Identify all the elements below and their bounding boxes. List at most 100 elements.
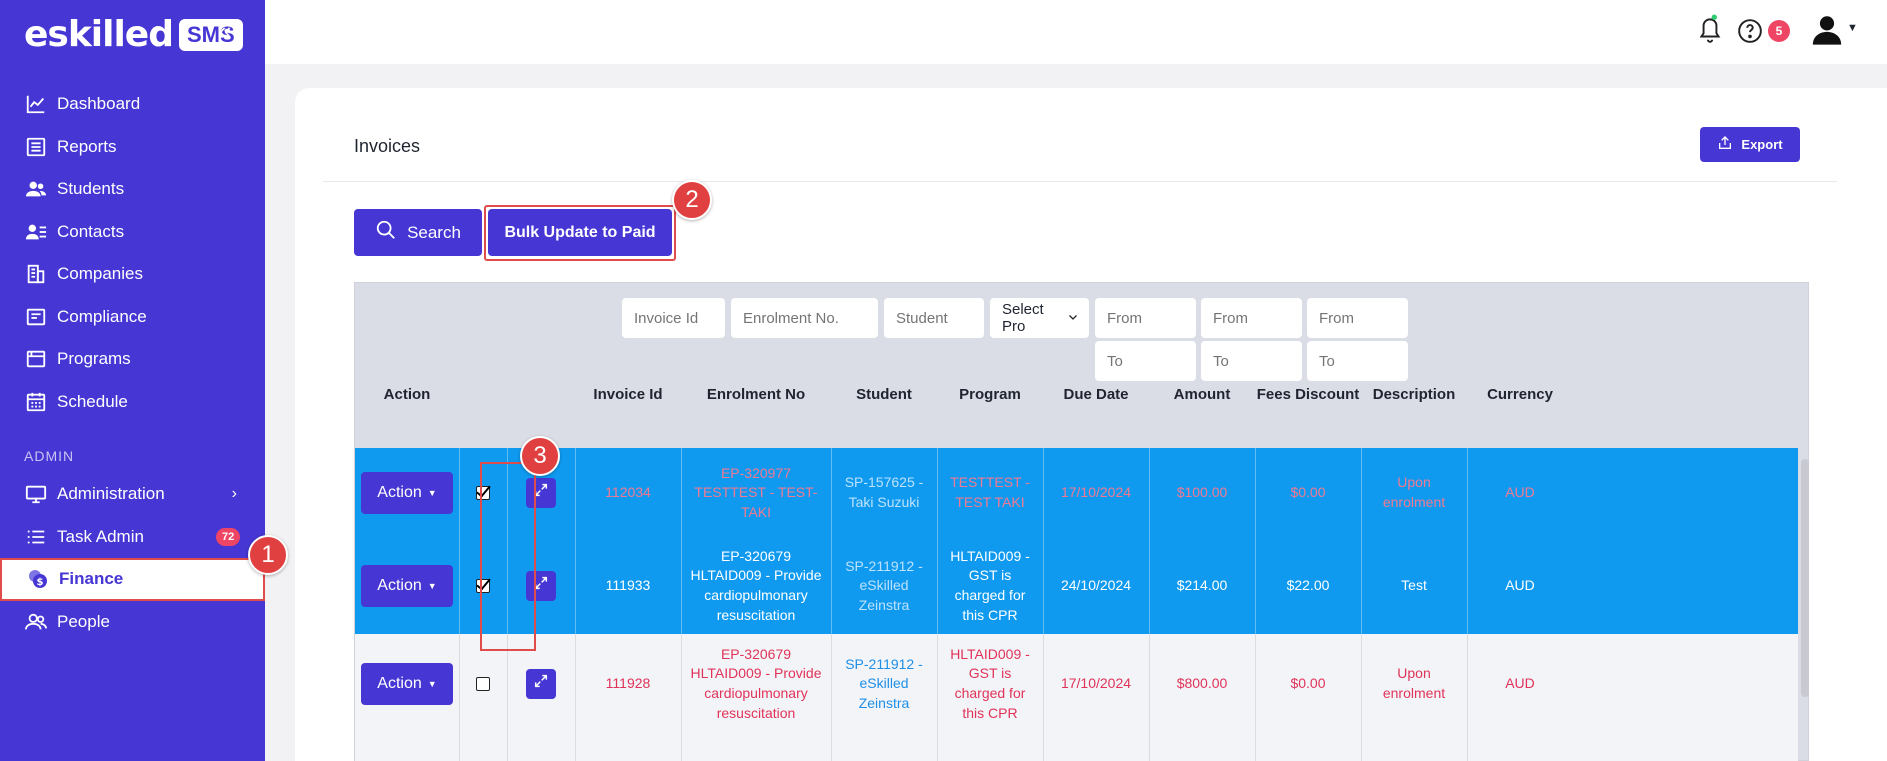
compliance-icon bbox=[24, 305, 48, 329]
chevron-down-icon bbox=[1067, 310, 1079, 327]
description-cell: Upon enrolment bbox=[1382, 665, 1446, 701]
currency-cell: AUD bbox=[1505, 484, 1535, 501]
search-button[interactable]: Search bbox=[354, 209, 482, 256]
table-row[interactable]: Action ▼ 112034 EP-320977 TESTTEST - TEST… bbox=[355, 448, 1798, 538]
invoice-id-link[interactable]: 112034 bbox=[575, 448, 681, 538]
sidebar-item-schedule[interactable]: Schedule bbox=[0, 381, 265, 424]
invoices-table: Select Pro Action Invoice Id Enrolment N… bbox=[354, 282, 1809, 761]
enrolment-link[interactable]: EP-320977 TESTTEST - TEST-TAKI bbox=[681, 448, 831, 538]
row-action-label: Action bbox=[377, 674, 422, 692]
sidebar-item-companies[interactable]: Companies bbox=[0, 253, 265, 296]
sidebar: eskilled SMS « Dashboard Reports Student… bbox=[0, 0, 265, 761]
search-label: Search bbox=[407, 222, 461, 242]
students-icon bbox=[24, 177, 48, 201]
column-header-program[interactable]: Program bbox=[937, 386, 1043, 403]
amount-to-filter[interactable] bbox=[1201, 341, 1302, 381]
sidebar-item-label: Companies bbox=[57, 264, 143, 284]
invoices-card: Invoices Export Search Bulk Update to Pa… bbox=[295, 88, 1887, 761]
enrolment-link[interactable]: EP-320679 HLTAID009 - Provide cardiopulm… bbox=[681, 634, 831, 734]
program-cell: TESTTEST - TEST TAKI bbox=[950, 474, 1030, 510]
annotation-marker-2: 2 bbox=[672, 180, 712, 220]
user-avatar-icon[interactable] bbox=[1810, 12, 1844, 51]
help-icon[interactable] bbox=[1737, 18, 1763, 49]
caret-down-icon: ▼ bbox=[427, 487, 437, 498]
sidebar-item-label: Students bbox=[57, 179, 125, 199]
due-date-to-filter[interactable] bbox=[1095, 341, 1196, 381]
student-link[interactable]: SP-211912 - eSkilled Zeinstra bbox=[831, 634, 937, 734]
logo[interactable]: eskilled SMS bbox=[24, 14, 243, 55]
amount-cell: $800.00 bbox=[1176, 675, 1228, 692]
sidebar-item-contacts[interactable]: Contacts bbox=[0, 211, 265, 254]
due-date-cell: 24/10/2024 bbox=[1060, 577, 1132, 594]
sidebar-item-students[interactable]: Students bbox=[0, 168, 265, 211]
due-date-from-filter[interactable] bbox=[1095, 298, 1196, 338]
program-select-value: Select Pro bbox=[1002, 301, 1044, 335]
column-header-description[interactable]: Description bbox=[1361, 386, 1467, 403]
due-date-cell: 17/10/2024 bbox=[1060, 484, 1132, 501]
column-header-action[interactable]: Action bbox=[355, 386, 459, 403]
chevron-right-icon: › bbox=[231, 485, 237, 503]
row-select-checkbox[interactable] bbox=[476, 677, 490, 691]
sidebar-item-compliance[interactable]: Compliance bbox=[0, 296, 265, 339]
student-link[interactable]: SP-211912 - eSkilled Zeinstra bbox=[831, 538, 937, 634]
people-icon bbox=[24, 610, 48, 634]
enrolment-no-filter[interactable] bbox=[731, 298, 878, 338]
discount-to-filter[interactable] bbox=[1307, 341, 1408, 381]
sidebar-item-label: Programs bbox=[57, 349, 131, 369]
sidebar-item-label: People bbox=[57, 611, 110, 631]
invoice-id-filter[interactable] bbox=[622, 298, 725, 338]
description-cell: Upon enrolment bbox=[1382, 474, 1446, 510]
sidebar-item-reports[interactable]: Reports bbox=[0, 126, 265, 169]
invoice-id-link[interactable]: 111928 bbox=[575, 634, 681, 734]
column-header-enrolment-no[interactable]: Enrolment No bbox=[681, 386, 831, 403]
program-select[interactable]: Select Pro bbox=[990, 298, 1089, 338]
column-header-student[interactable]: Student bbox=[831, 386, 937, 403]
caret-down-icon: ▼ bbox=[427, 678, 437, 689]
sidebar-item-programs[interactable]: Programs bbox=[0, 338, 265, 381]
table-scrollbar[interactable] bbox=[1801, 459, 1809, 697]
row-action-button[interactable]: Action ▼ bbox=[361, 472, 453, 514]
monitor-icon bbox=[24, 482, 48, 506]
amount-from-filter[interactable] bbox=[1201, 298, 1302, 338]
sidebar-item-people[interactable]: People bbox=[0, 601, 265, 644]
finance-icon: $ bbox=[26, 567, 50, 591]
task-count-badge: 72 bbox=[216, 527, 241, 546]
collapse-sidebar-icon[interactable]: « bbox=[219, 18, 231, 44]
notification-bell-icon[interactable] bbox=[1697, 14, 1723, 49]
invoice-id-link[interactable]: 111933 bbox=[575, 538, 681, 634]
contacts-icon bbox=[24, 220, 48, 244]
due-date-cell: 17/10/2024 bbox=[1060, 675, 1132, 692]
chevron-down-icon[interactable]: ▼ bbox=[1847, 22, 1858, 34]
table-row[interactable]: Action ▼ 111928 EP-320679 HLTAID009 - Pro… bbox=[355, 634, 1798, 761]
highlight-box bbox=[480, 462, 536, 651]
column-header-fees-discount[interactable]: Fees Discount bbox=[1255, 386, 1361, 403]
column-header-currency[interactable]: Currency bbox=[1467, 386, 1573, 403]
calendar-icon bbox=[24, 390, 48, 414]
column-header-amount[interactable]: Amount bbox=[1149, 386, 1255, 403]
amount-cell: $214.00 bbox=[1176, 577, 1228, 594]
topbar: 5 ▼ bbox=[265, 0, 1887, 64]
row-action-label: Action bbox=[377, 483, 422, 501]
sidebar-item-label: Administration bbox=[57, 484, 165, 504]
row-action-button[interactable]: Action ▼ bbox=[361, 565, 453, 607]
sidebar-item-label: Task Admin bbox=[57, 526, 144, 546]
column-header-due-date[interactable]: Due Date bbox=[1043, 386, 1149, 403]
reports-icon bbox=[24, 135, 48, 159]
sidebar-item-label: Reports bbox=[57, 136, 117, 156]
sidebar-item-finance[interactable]: $ Finance bbox=[0, 558, 265, 601]
sidebar-item-task-admin[interactable]: Task Admin 72 bbox=[0, 516, 265, 559]
sidebar-item-dashboard[interactable]: Dashboard bbox=[0, 83, 265, 126]
student-link[interactable]: SP-157625 - Taki Suzuki bbox=[831, 448, 937, 538]
column-header-invoice-id[interactable]: Invoice Id bbox=[575, 386, 681, 403]
row-action-button[interactable]: Action ▼ bbox=[361, 663, 453, 705]
page-title: Invoices bbox=[354, 136, 421, 156]
table-row[interactable]: Action ▼ 111933 EP-320679 HLTAID009 - Pro… bbox=[355, 538, 1798, 634]
enrolment-link[interactable]: EP-320679 HLTAID009 - Provide cardiopulm… bbox=[681, 538, 831, 634]
expand-row-button[interactable] bbox=[526, 669, 556, 699]
student-filter[interactable] bbox=[884, 298, 984, 338]
sidebar-item-administration[interactable]: Administration › bbox=[0, 473, 265, 516]
logo-text: eskilled bbox=[24, 14, 174, 55]
export-icon bbox=[1717, 135, 1733, 154]
export-button[interactable]: Export bbox=[1700, 127, 1800, 162]
discount-from-filter[interactable] bbox=[1307, 298, 1408, 338]
